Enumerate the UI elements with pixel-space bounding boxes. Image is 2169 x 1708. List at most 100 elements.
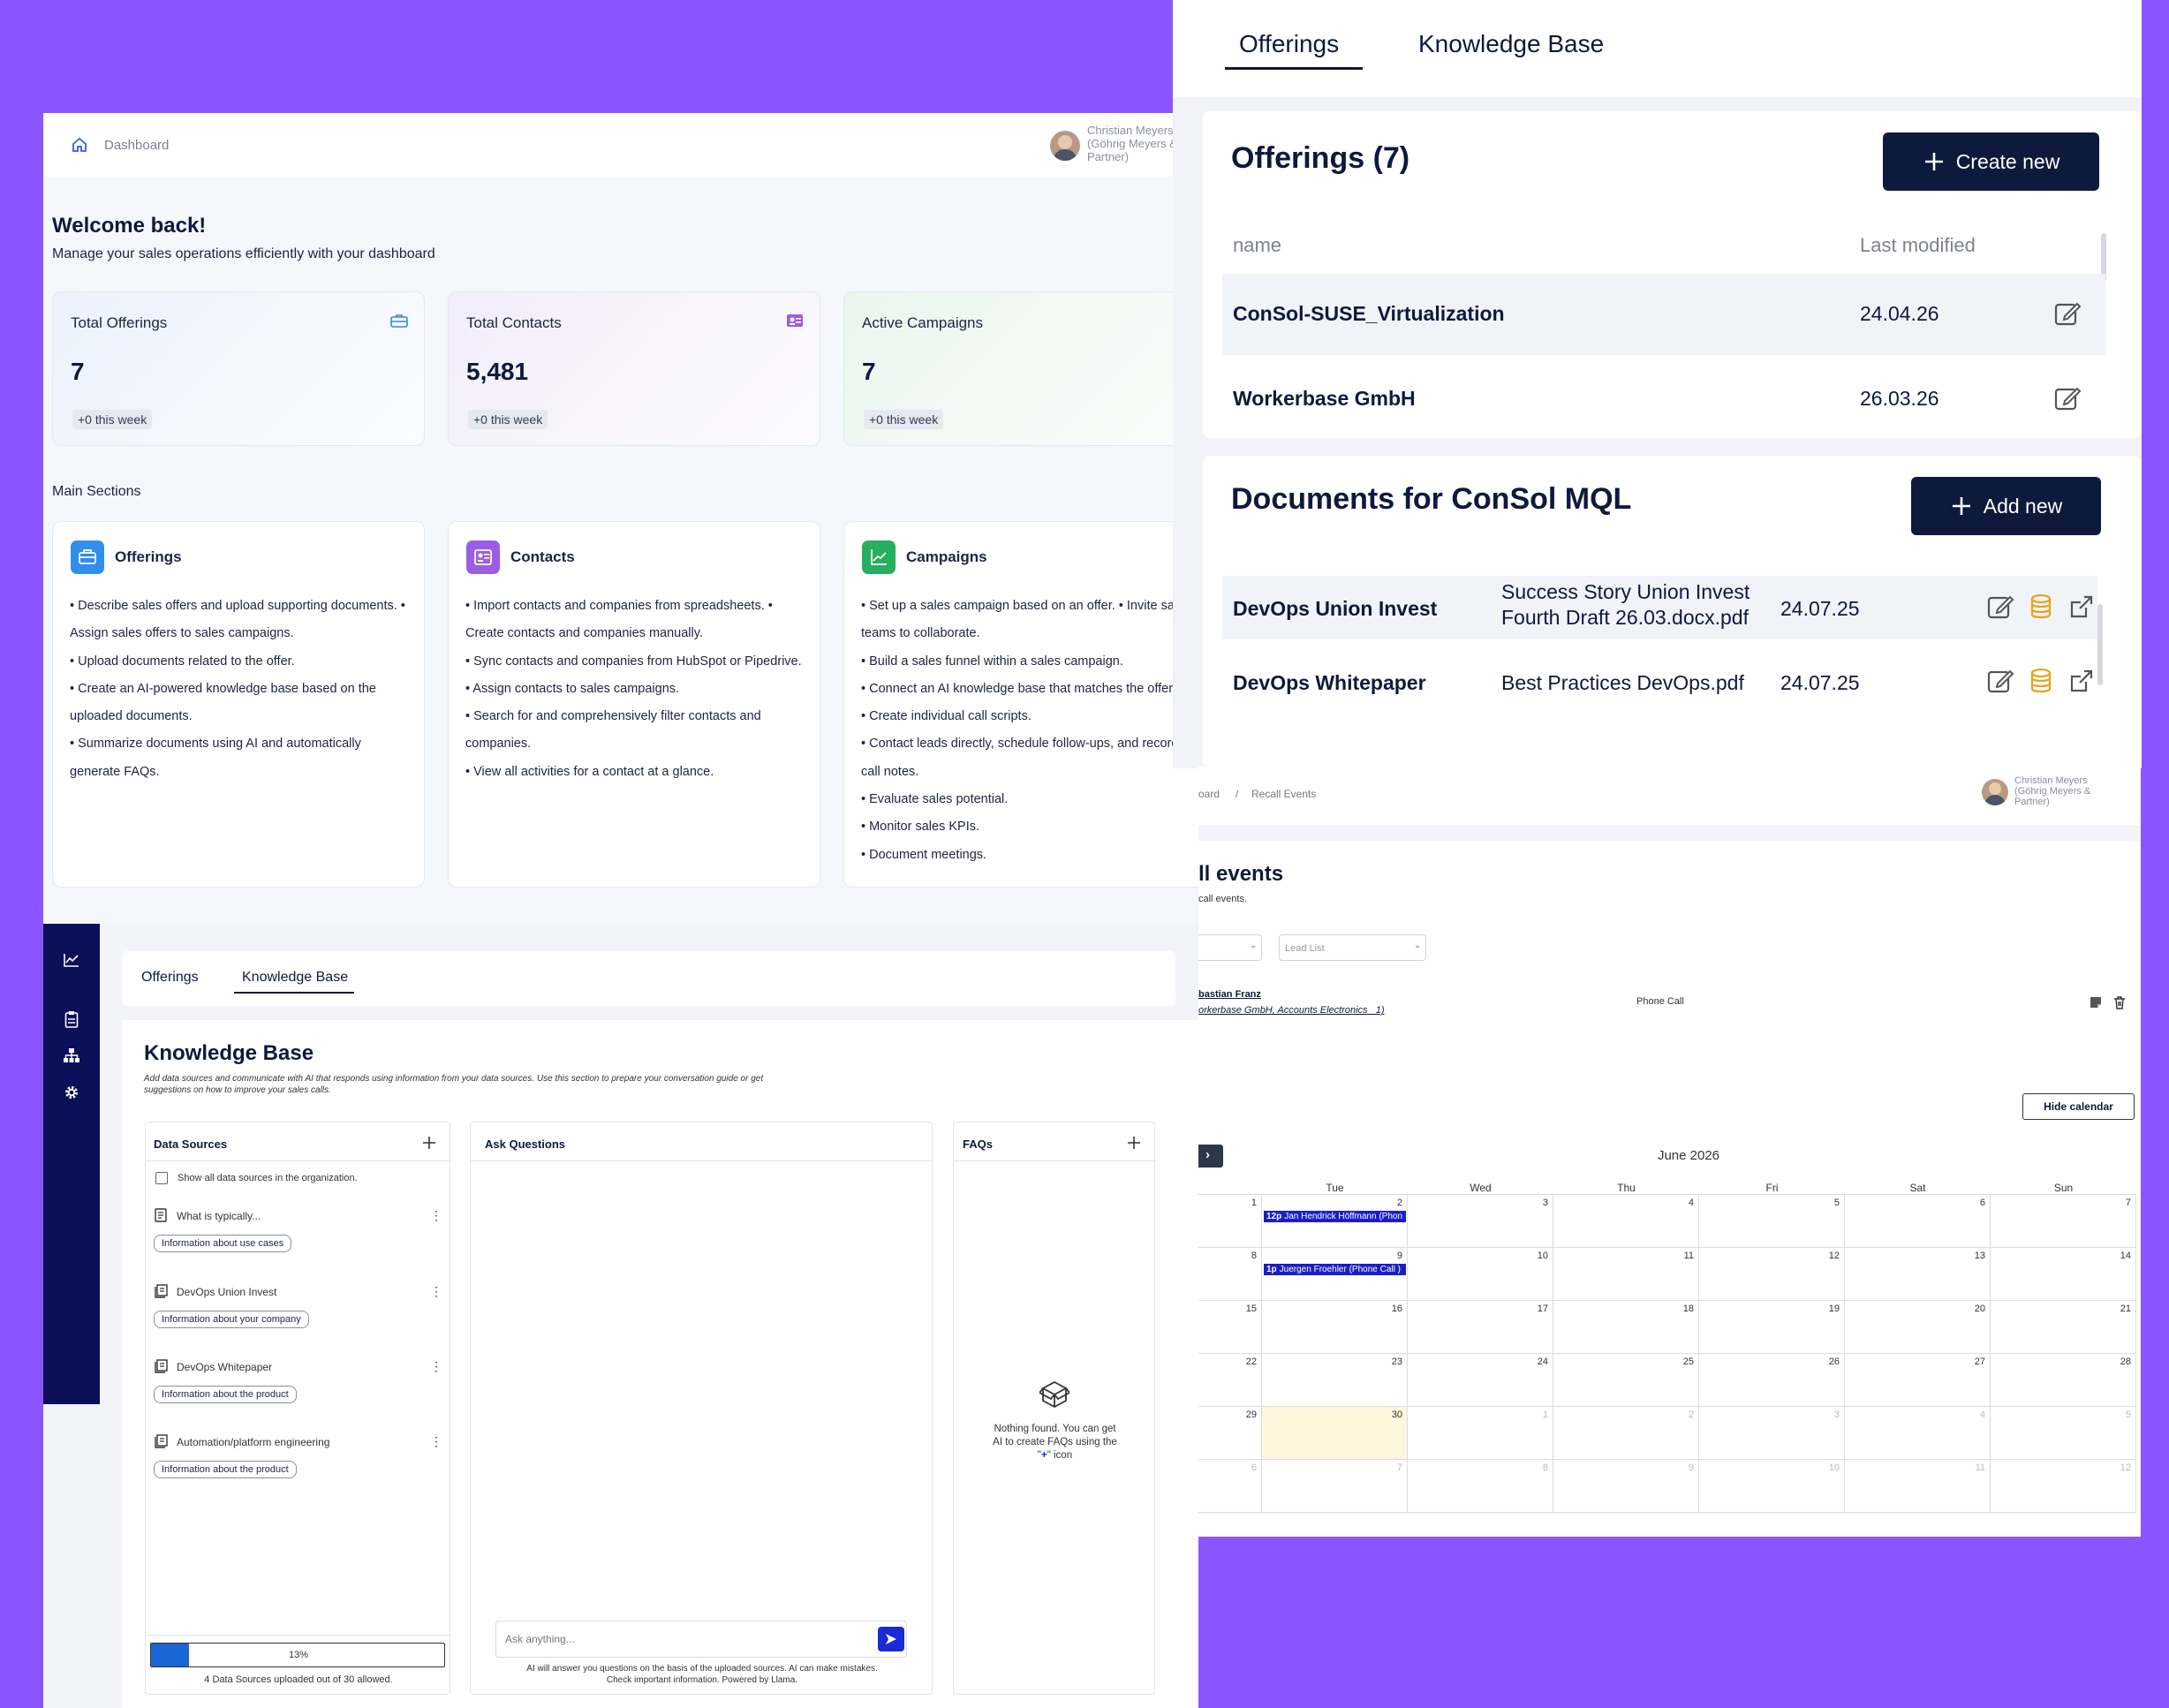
event-row[interactable]: bastian Franz orkerbase GmbH, Accounts E… [1198, 987, 2141, 1026]
stat-card-contacts[interactable]: Total Contacts 5,481 +0 this week [448, 291, 820, 446]
calendar-day-cell[interactable]: 13 [1845, 1248, 1991, 1301]
calendar-day-cell[interactable]: 12 [1991, 1460, 2136, 1513]
database-icon[interactable] [2029, 668, 2052, 694]
section-card-campaigns[interactable]: Campaigns • Set up a sales campaign base… [843, 521, 1201, 888]
calendar-day-cell[interactable]: 22 [1198, 1354, 1262, 1407]
document-row[interactable]: DevOps Union Invest Success Story Union … [1222, 576, 2097, 639]
section-card-offerings[interactable]: Offerings • Describe sales offers and up… [52, 521, 425, 888]
breadcrumb-prev[interactable]: oard [1198, 788, 1220, 800]
calendar-day-cell[interactable]: 19 [1699, 1301, 1845, 1354]
calendar-day-cell[interactable]: 6 [1198, 1460, 1262, 1513]
plus-icon[interactable] [421, 1135, 437, 1151]
calendar-day-cell[interactable]: 12 [1699, 1248, 1845, 1301]
stat-card-offerings[interactable]: Total Offerings 7 +0 this week [52, 291, 425, 446]
calendar-day-cell[interactable]: 3 [1699, 1407, 1845, 1460]
scrollbar[interactable] [2097, 604, 2103, 685]
table-row[interactable]: ConSol-SUSE_Virtualization 24.04.26 [1222, 274, 2105, 355]
calendar-day-cell[interactable]: 26 [1699, 1354, 1845, 1407]
calendar-day-cell[interactable]: 8 [1408, 1460, 1553, 1513]
calendar-day-cell[interactable]: 24 [1408, 1354, 1553, 1407]
calendar-day-cell[interactable]: 25 [1553, 1354, 1699, 1407]
calendar-day-cell[interactable]: 16 [1262, 1301, 1408, 1354]
calendar-day-cell[interactable]: 14 [1991, 1248, 2136, 1301]
calendar-day-cell[interactable]: 4 [1553, 1195, 1699, 1248]
filter-select-1[interactable]: ⌄ [1198, 934, 1262, 961]
offering-name[interactable]: Workerbase GmbH [1233, 387, 1416, 411]
calendar-day-cell[interactable]: 17 [1408, 1301, 1553, 1354]
list-item[interactable]: DevOps Whitepaper ⋮ Information about th… [154, 1359, 445, 1410]
calendar-day-cell[interactable]: 8 [1198, 1248, 1262, 1301]
calendar-day-cell[interactable]: 1 [1198, 1195, 1262, 1248]
note-icon[interactable] [2089, 995, 2103, 1009]
calendar-day-cell[interactable]: 15 [1198, 1301, 1262, 1354]
calendar-day-cell[interactable]: 2 [1553, 1407, 1699, 1460]
calendar-day-cell[interactable]: 10 [1699, 1460, 1845, 1513]
section-card-contacts[interactable]: Contacts • Import contacts and companies… [448, 521, 820, 888]
external-link-icon[interactable] [2068, 668, 2095, 694]
line-chart-icon[interactable] [64, 953, 79, 967]
calendar-day-cell[interactable]: 9 [1553, 1460, 1699, 1513]
calendar-day-cell[interactable]: 3 [1408, 1195, 1553, 1248]
trash-icon[interactable] [2113, 995, 2126, 1009]
calendar-day-cell[interactable]: 11 [1553, 1248, 1699, 1301]
create-new-button[interactable]: Create new [1883, 132, 2099, 191]
document-name[interactable]: DevOps Whitepaper [1233, 671, 1426, 695]
calendar-day-cell[interactable]: 7 [1991, 1195, 2136, 1248]
calendar-day-cell[interactable]: 30 [1262, 1407, 1408, 1460]
add-new-button[interactable]: Add new [1911, 477, 2101, 535]
ask-input[interactable]: Ask anything... [495, 1621, 907, 1658]
edit-icon[interactable] [2054, 300, 2082, 327]
calendar-day-cell[interactable]: 10 [1408, 1248, 1553, 1301]
calendar-day-cell[interactable]: 18 [1553, 1301, 1699, 1354]
document-row[interactable]: DevOps Whitepaper Best Practices DevOps.… [1222, 650, 2097, 714]
lead-list-select[interactable]: Lead List ⌄ [1279, 934, 1426, 961]
event-company[interactable]: orkerbase GmbH, Accounts Electronics _1) [1198, 1005, 1385, 1016]
calendar-day-cell[interactable]: 27 [1845, 1354, 1991, 1407]
document-name[interactable]: DevOps Union Invest [1233, 597, 1437, 621]
calendar-event[interactable]: 12p Jan Hendrick Höffmann (Phon [1264, 1211, 1406, 1222]
more-vertical-icon[interactable]: ⋮ [430, 1284, 442, 1299]
calendar-day-cell[interactable]: 1 [1408, 1407, 1553, 1460]
external-link-icon[interactable] [2068, 593, 2095, 620]
calendar-day-cell[interactable]: 28 [1991, 1354, 2136, 1407]
edit-icon[interactable] [1987, 593, 2015, 620]
document-file[interactable]: Success Story Union Invest Fourth Draft … [1501, 579, 1750, 631]
calendar-day-cell[interactable]: 29 [1198, 1407, 1262, 1460]
tab-knowledge-base[interactable]: Knowledge Base [1418, 30, 1604, 58]
avatar[interactable] [1050, 131, 1080, 161]
clipboard-icon[interactable] [64, 1010, 79, 1028]
calendar-day-cell[interactable]: 11 [1845, 1460, 1991, 1513]
hide-calendar-button[interactable]: Hide calendar [2022, 1093, 2135, 1120]
document-file[interactable]: Best Practices DevOps.pdf [1501, 671, 1744, 695]
breadcrumb[interactable]: Dashboard [104, 138, 169, 153]
event-contact-name[interactable]: bastian Franz [1198, 989, 1261, 1000]
more-vertical-icon[interactable]: ⋮ [430, 1359, 442, 1374]
stat-card-campaigns[interactable]: Active Campaigns 7 +0 this week [843, 291, 1201, 446]
org-chart-icon[interactable] [63, 1047, 80, 1063]
list-item[interactable]: Automation/platform engineering ⋮ Inform… [154, 1434, 445, 1485]
calendar-day-cell[interactable]: 7 [1262, 1460, 1408, 1513]
calendar-day-cell[interactable]: 4 [1845, 1407, 1991, 1460]
breadcrumb-current[interactable]: Recall Events [1251, 788, 1316, 800]
calendar-day-cell[interactable]: 20 [1845, 1301, 1991, 1354]
edit-icon[interactable] [1987, 668, 2015, 694]
edit-icon[interactable] [2054, 385, 2082, 412]
column-header-name[interactable]: name [1233, 234, 1281, 257]
database-icon[interactable] [2029, 593, 2052, 620]
table-row[interactable]: Workerbase GmbH 26.03.26 [1222, 359, 2105, 438]
home-icon[interactable] [71, 136, 88, 154]
calendar-event[interactable]: 1p Juergen Froehler (Phone Call ) [1264, 1264, 1406, 1275]
more-vertical-icon[interactable]: ⋮ [430, 1208, 442, 1223]
calendar-day-cell[interactable]: 6 [1845, 1195, 1991, 1248]
calendar-day-cell[interactable]: 21 [1991, 1301, 2136, 1354]
gear-icon[interactable] [64, 1085, 79, 1100]
avatar[interactable] [1982, 779, 2008, 805]
calendar-day-cell[interactable]: 5 [1991, 1407, 2136, 1460]
tab-offerings[interactable]: Offerings [1239, 30, 1339, 58]
column-header-last-modified[interactable]: Last modified [1860, 234, 1976, 257]
show-all-checkbox[interactable] [155, 1172, 168, 1184]
next-month-button[interactable]: › [1198, 1145, 1223, 1168]
offering-name[interactable]: ConSol-SUSE_Virtualization [1233, 302, 1505, 326]
send-button[interactable] [878, 1627, 904, 1651]
calendar-day-cell[interactable]: 23 [1262, 1354, 1408, 1407]
